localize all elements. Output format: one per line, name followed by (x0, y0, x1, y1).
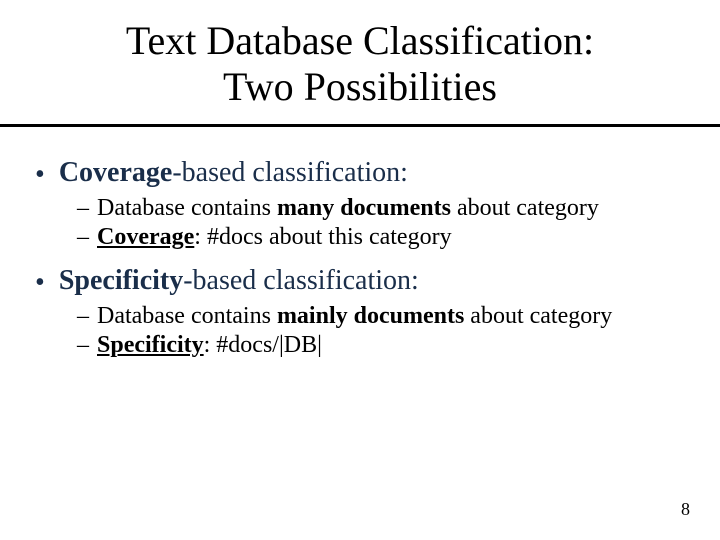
bullet-item: • Specificity-based classification: (35, 265, 690, 297)
title-line-2: Two Possibilities (223, 64, 497, 109)
sub-item: – Database contains mainly documents abo… (77, 303, 690, 330)
title-divider (0, 124, 720, 127)
sub-text: Database contains mainly documents about… (97, 303, 612, 330)
bullet-text: Specificity-based classification: (59, 265, 419, 297)
sub-text: Database contains many documents about c… (97, 195, 599, 222)
slide: Text Database Classification: Two Possib… (0, 0, 720, 540)
sub-post: : #docs/|DB| (204, 332, 322, 358)
sub-item: – Database contains many documents about… (77, 195, 690, 222)
dash-icon: – (77, 303, 89, 330)
bullet-text: Coverage-based classification: (59, 157, 408, 189)
sub-list: – Database contains mainly documents abo… (77, 303, 690, 359)
sub-post: about category (464, 303, 612, 329)
dash-icon: – (77, 332, 89, 359)
sub-strong-underline: Specificity (97, 332, 204, 358)
slide-title: Text Database Classification: Two Possib… (30, 18, 690, 110)
sub-item: – Coverage: #docs about this category (77, 224, 690, 251)
sub-strong: many documents (277, 195, 451, 221)
bullet-icon: • (35, 161, 45, 189)
dash-icon: – (77, 224, 89, 251)
sub-pre: Database contains (97, 303, 277, 329)
sub-text: Specificity: #docs/|DB| (97, 332, 322, 359)
bullet-rest: -based classification: (172, 157, 408, 188)
bullet-icon: • (35, 269, 45, 297)
sub-strong: mainly documents (277, 303, 464, 329)
sub-pre: Database contains (97, 195, 277, 221)
sub-text: Coverage: #docs about this category (97, 224, 452, 251)
bullet-lead: Coverage (59, 157, 173, 188)
bullet-rest: -based classification: (183, 265, 419, 296)
sub-post: : #docs about this category (194, 224, 451, 250)
bullet-lead: Specificity (59, 265, 183, 296)
title-line-1: Text Database Classification: (126, 18, 594, 63)
dash-icon: – (77, 195, 89, 222)
page-number: 8 (681, 499, 690, 520)
bullet-item: • Coverage-based classification: (35, 157, 690, 189)
sub-item: – Specificity: #docs/|DB| (77, 332, 690, 359)
content-area: • Coverage-based classification: – Datab… (30, 157, 690, 359)
sub-post: about category (451, 195, 599, 221)
sub-list: – Database contains many documents about… (77, 195, 690, 251)
sub-strong-underline: Coverage (97, 224, 194, 250)
